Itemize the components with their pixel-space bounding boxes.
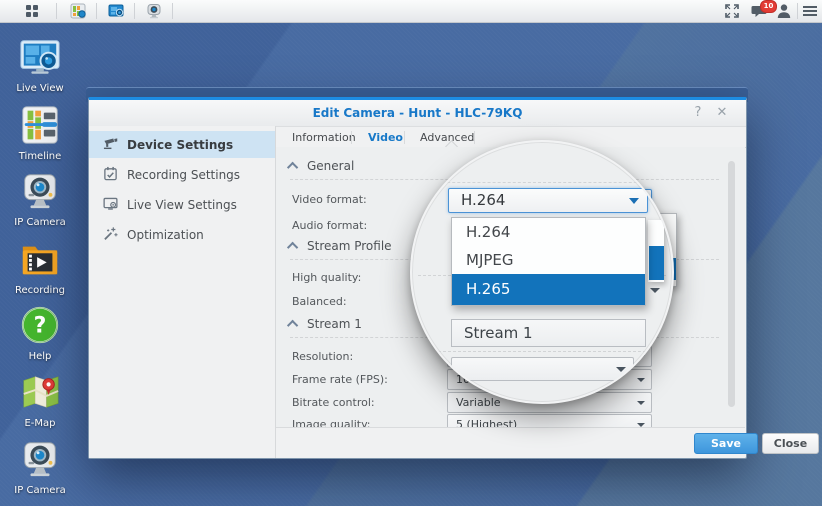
section-stream-1[interactable]: Stream 1 — [290, 317, 362, 331]
desktop-icon-label: IP Camera — [8, 217, 72, 228]
magnified-resolution-select[interactable] — [451, 357, 634, 381]
vertical-scrollbar[interactable] — [728, 161, 735, 407]
video-format-label: Video format: — [292, 193, 367, 206]
magnified-selection-edge — [649, 246, 664, 280]
timeline-icon — [19, 104, 61, 146]
magnified-video-format-value: H.264 — [461, 191, 505, 209]
magnified-option-h264[interactable]: H.264 — [452, 218, 645, 246]
desktop-icon-help[interactable]: ? Help — [8, 304, 72, 362]
tab-video[interactable]: Video — [362, 129, 409, 146]
help-icon: ? — [19, 304, 61, 346]
section-title: General — [307, 159, 354, 173]
taskbar-ipcamera-app-icon[interactable] — [146, 3, 162, 19]
taskbar-separator — [96, 3, 97, 19]
chevron-up-icon — [287, 320, 298, 331]
section-stream-profile[interactable]: Stream Profile — [290, 239, 392, 253]
image-quality-select[interactable]: 5 (Highest) — [447, 414, 652, 428]
desktop-icon-label: E-Map — [8, 418, 72, 429]
desktop-icon-ip-camera[interactable]: IP Camera — [8, 170, 72, 228]
desktop-icon-label: Live View — [8, 83, 72, 94]
optimization-icon — [103, 226, 118, 244]
tab-separator — [351, 131, 352, 144]
desktop-icon-label: Recording — [8, 285, 72, 296]
section-general[interactable]: General — [290, 159, 354, 173]
sidebar-item-recording-settings[interactable]: Recording Settings — [89, 161, 275, 188]
magnifier-lens: H.264 H.264 MJPEG H.265 Stream 1 — [410, 140, 674, 404]
dialog-help-button[interactable]: ? — [690, 105, 706, 121]
chevron-down-icon — [616, 367, 626, 372]
chevron-up-icon — [287, 162, 298, 173]
ip-camera-icon — [19, 170, 61, 212]
dialog-footer: Save Close — [276, 427, 745, 457]
section-title: Stream 1 — [307, 317, 362, 331]
taskbar-separator — [134, 3, 135, 19]
magnified-option-mjpeg[interactable]: MJPEG — [452, 246, 645, 274]
desktop-icon-label: Timeline — [8, 151, 72, 162]
desktop-icon-live-view[interactable]: Live View — [8, 36, 72, 94]
taskbar: 10 — [0, 0, 822, 23]
sidebar-item-live-view-settings[interactable]: Live View Settings — [89, 191, 275, 218]
main-menu-icon[interactable] — [24, 3, 40, 19]
desktop-icon-recording[interactable]: Recording — [8, 238, 72, 296]
taskbar-separator — [172, 3, 173, 19]
chevron-down-icon — [629, 198, 639, 204]
taskbar-separator — [797, 3, 798, 19]
bitrate-control-label: Bitrate control: — [292, 396, 375, 409]
sidebar-item-label: Device Settings — [127, 138, 233, 152]
magnified-option-h265[interactable]: H.265 — [452, 274, 645, 305]
tab-separator — [474, 131, 475, 144]
device-settings-icon — [103, 136, 118, 154]
resolution-label: Resolution: — [292, 350, 353, 363]
magnified-divider — [422, 182, 662, 183]
close-button[interactable]: Close — [762, 433, 819, 454]
desktop-icon-timeline[interactable]: Timeline — [8, 104, 72, 162]
balanced-label: Balanced: — [292, 295, 347, 308]
dialog-sidebar: Device Settings Recording Settings Live … — [89, 126, 276, 458]
chevron-up-icon — [287, 242, 298, 253]
bitrate-control-value: Variable — [456, 396, 501, 409]
widgets-menu-icon[interactable] — [802, 3, 818, 19]
sidebar-item-device-settings[interactable]: Device Settings — [89, 131, 275, 158]
taskbar-timeline-app-icon[interactable] — [70, 3, 86, 19]
desktop-icon-label: Help — [8, 351, 72, 362]
dialog-title: Edit Camera - Hunt - HLC-79KQ — [89, 106, 746, 120]
taskbar-liveview-app-icon[interactable] — [108, 3, 124, 19]
magnified-video-format-select[interactable]: H.264 — [448, 188, 648, 213]
notifications-icon[interactable]: 10 — [751, 3, 768, 19]
sidebar-item-label: Live View Settings — [127, 198, 237, 212]
chevron-down-icon — [637, 401, 645, 405]
sidebar-item-label: Recording Settings — [127, 168, 240, 182]
magnified-dropdown: H.264 MJPEG H.265 — [451, 217, 646, 306]
desktop-icon-e-map[interactable]: E-Map — [8, 371, 72, 429]
tab-separator — [404, 131, 405, 144]
magnified-stream-box: Stream 1 — [451, 319, 646, 347]
notification-badge: 10 — [760, 0, 777, 13]
chevron-down-icon — [637, 378, 645, 382]
desktop-icon-label: IP Camera — [8, 485, 72, 496]
recording-icon — [19, 238, 61, 280]
section-title: Stream Profile — [307, 239, 392, 253]
dialog-close-icon[interactable]: ✕ — [714, 105, 730, 121]
dialog-titlebar: Edit Camera - Hunt - HLC-79KQ ? ✕ — [89, 100, 746, 127]
sidebar-item-optimization[interactable]: Optimization — [89, 221, 275, 248]
svg-text:?: ? — [34, 314, 47, 339]
magnified-divider — [418, 351, 666, 352]
recording-settings-icon — [103, 166, 118, 184]
e-map-icon — [19, 371, 61, 413]
taskbar-separator — [56, 3, 57, 19]
fullscreen-icon[interactable] — [724, 3, 740, 19]
desktop-root: 10 Live View Timeline IP Camera Recordin… — [0, 0, 822, 506]
live-view-icon — [19, 36, 61, 78]
user-account-icon[interactable] — [776, 3, 792, 19]
sidebar-item-label: Optimization — [127, 228, 204, 242]
live-view-settings-icon — [103, 196, 118, 214]
save-button[interactable]: Save — [694, 433, 758, 454]
ip-camera-icon — [19, 438, 61, 480]
chevron-down-icon — [650, 288, 660, 293]
frame-rate-label: Frame rate (FPS): — [292, 373, 388, 386]
audio-format-label: Audio format: — [292, 219, 367, 232]
desktop-icon-ip-camera-2[interactable]: IP Camera — [8, 438, 72, 496]
high-quality-label: High quality: — [292, 271, 361, 284]
